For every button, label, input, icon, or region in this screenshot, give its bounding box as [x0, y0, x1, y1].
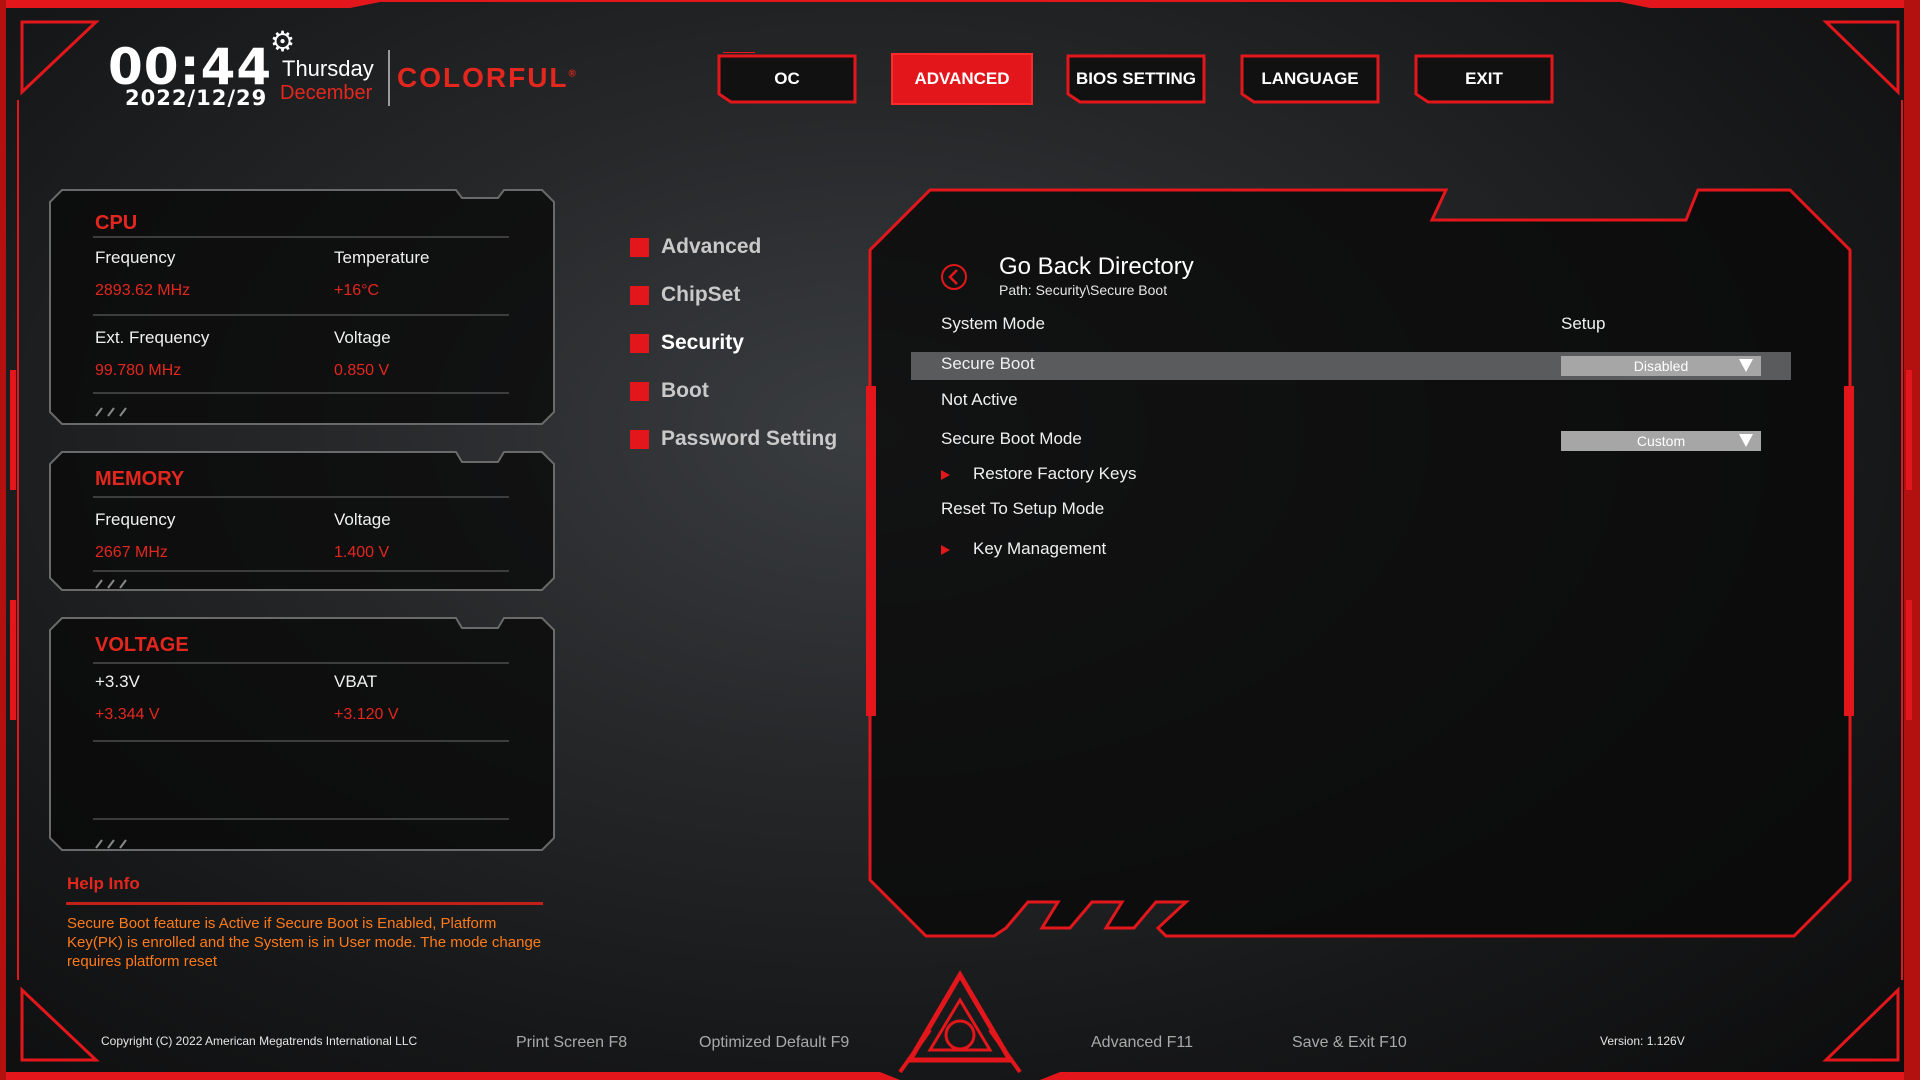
- clock-day: Thursday: [282, 56, 374, 81]
- cpu-frequency-value: 2893.62 MHz: [95, 282, 191, 299]
- main-panel-frame: [866, 188, 1854, 938]
- tab-exit-label: EXIT: [1465, 69, 1503, 88]
- cpu-ext-frequency-label: Ext. Frequency: [95, 328, 210, 347]
- cpu-panel: CPU Frequency Temperature 2893.62 MHz +1…: [48, 188, 556, 426]
- help-info-title: Help Info: [67, 874, 140, 893]
- menu-bullet-icon: [630, 429, 649, 449]
- secure-boot-label[interactable]: Secure Boot: [941, 354, 1035, 374]
- secure-boot-dropdown-value: Disabled: [1633, 358, 1689, 374]
- cpu-title: CPU: [95, 212, 138, 234]
- menu-bullet-icon: [630, 333, 649, 353]
- brand-divider: [388, 50, 390, 106]
- cpu-voltage-label: Voltage: [334, 328, 391, 347]
- cpu-frequency-label: Frequency: [95, 248, 176, 267]
- tab-exit[interactable]: EXIT: [1412, 52, 1556, 106]
- menu-bullet-icon: [630, 381, 649, 401]
- memory-voltage-value: 1.400 V: [334, 544, 390, 561]
- optimized-default-hint[interactable]: Optimized Default F9: [699, 1034, 849, 1052]
- menu-item-label: Password Setting: [661, 427, 838, 450]
- tab-oc[interactable]: OC: [715, 52, 859, 106]
- menu-item-password-setting[interactable]: Password Setting: [630, 424, 837, 454]
- menu-item-label: Boot: [661, 379, 709, 402]
- submenu-arrow-icon: [941, 470, 950, 480]
- menu-item-chipset[interactable]: ChipSet: [630, 280, 740, 310]
- menu-bullet-icon: [630, 285, 649, 305]
- menu-item-label: Advanced: [661, 235, 762, 258]
- vbat-label: VBAT: [334, 672, 378, 691]
- cpu-ext-frequency-value: 99.780 MHz: [95, 362, 182, 379]
- version: Version: 1.126V: [1600, 1034, 1685, 1048]
- system-mode-value: Setup: [1561, 314, 1606, 333]
- vbat-value: +3.120 V: [334, 706, 399, 723]
- tab-bios-setting[interactable]: BIOS SETTING: [1064, 52, 1208, 106]
- memory-title: MEMORY: [95, 468, 185, 490]
- voltage-panel: VOLTAGE +3.3V VBAT +3.344 V +3.120 V: [48, 616, 556, 852]
- tab-language-label: LANGUAGE: [1261, 69, 1359, 88]
- breadcrumb-path: Path: Security\Secure Boot: [999, 282, 1168, 298]
- menu-bullet-icon: [630, 237, 649, 257]
- chevron-down-icon: [1739, 434, 1753, 447]
- cpu-temperature-label: Temperature: [334, 248, 430, 267]
- cpu-voltage-value: 0.850 V: [334, 362, 390, 379]
- menu-item-advanced[interactable]: Advanced: [630, 232, 761, 262]
- secure-boot-mode-label[interactable]: Secure Boot Mode: [941, 429, 1082, 449]
- help-divider: [66, 902, 543, 905]
- chevron-down-icon: [1739, 359, 1753, 372]
- colorful-emblem-icon: [898, 970, 1022, 1074]
- v33-label: +3.3V: [95, 672, 140, 691]
- save-exit-hint[interactable]: Save & Exit F10: [1292, 1034, 1407, 1052]
- memory-frequency-label: Frequency: [95, 510, 176, 529]
- clock-month: December: [280, 82, 373, 104]
- clock-date: 2022/12/29: [125, 86, 268, 110]
- go-back-directory[interactable]: Go Back Directory: [999, 253, 1194, 281]
- cpu-temperature-value: +16°C: [334, 282, 380, 299]
- menu-item-boot[interactable]: Boot: [630, 376, 709, 406]
- gear-icon[interactable]: ⚙: [270, 28, 295, 56]
- tab-oc-label: OC: [774, 69, 800, 88]
- help-info-text: Secure Boot feature is Active if Secure …: [67, 915, 542, 970]
- secure-boot-mode-dropdown-value: Custom: [1636, 433, 1686, 449]
- tab-bios-setting-label: BIOS SETTING: [1076, 69, 1196, 88]
- menu-item-security[interactable]: Security: [630, 328, 744, 358]
- key-management[interactable]: Key Management: [973, 539, 1106, 559]
- back-arrow-icon[interactable]: [940, 263, 968, 291]
- copyright: Copyright (C) 2022 American Megatrends I…: [101, 1034, 418, 1048]
- voltage-title: VOLTAGE: [95, 634, 189, 656]
- menu-item-label: ChipSet: [661, 283, 741, 306]
- print-screen-hint[interactable]: Print Screen F8: [516, 1034, 627, 1052]
- secure-boot-mode-dropdown[interactable]: Custom: [1561, 431, 1761, 451]
- tab-language[interactable]: LANGUAGE: [1238, 52, 1382, 106]
- tab-advanced[interactable]: ADVANCED: [890, 52, 1034, 106]
- restore-factory-keys[interactable]: Restore Factory Keys: [973, 464, 1136, 484]
- memory-panel: MEMORY Frequency Voltage 2667 MHz 1.400 …: [48, 450, 556, 592]
- memory-voltage-label: Voltage: [334, 510, 391, 529]
- menu-item-label: Security: [661, 331, 744, 354]
- memory-frequency-value: 2667 MHz: [95, 544, 168, 561]
- submenu-arrow-icon: [941, 545, 950, 555]
- secure-boot-dropdown[interactable]: Disabled: [1561, 356, 1761, 376]
- tab-advanced-label: ADVANCED: [914, 69, 1010, 88]
- secure-boot-status: Not Active: [941, 390, 1018, 409]
- v33-value: +3.344 V: [95, 706, 160, 723]
- advanced-hint[interactable]: Advanced F11: [1091, 1034, 1193, 1052]
- system-mode-label: System Mode: [941, 314, 1045, 333]
- brand-logo: COLORFUL®: [397, 62, 578, 93]
- reset-to-setup-mode[interactable]: Reset To Setup Mode: [941, 499, 1104, 519]
